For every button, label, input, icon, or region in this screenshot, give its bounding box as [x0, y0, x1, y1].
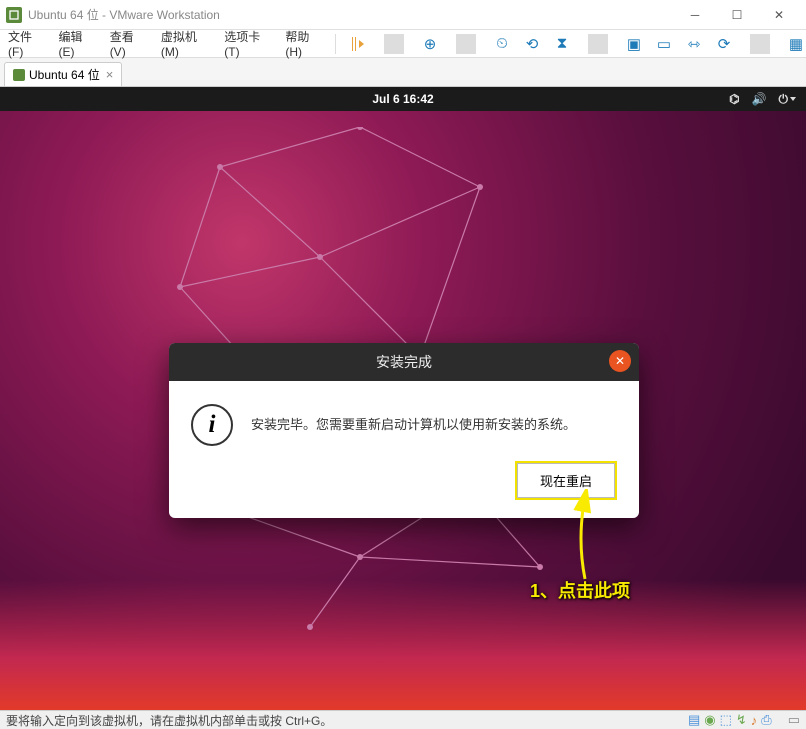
ubuntu-top-bar: Jul 6 16:42 ⌬ 🔊 ⏻ — [0, 87, 806, 111]
separator — [456, 34, 476, 54]
separator — [384, 34, 404, 54]
info-icon: i — [191, 404, 233, 446]
separator — [750, 34, 770, 54]
tab-close-icon[interactable]: × — [106, 67, 114, 82]
pause-play-button[interactable] — [348, 37, 368, 51]
app-icon — [6, 7, 22, 23]
menu-help[interactable]: 帮助(H) — [277, 28, 329, 59]
menu-vm[interactable]: 虚拟机(M) — [153, 28, 216, 59]
dialog-title: 安装完成 — [376, 352, 432, 372]
window-title: Ubuntu 64 位 - VMware Workstation — [28, 6, 220, 23]
dialog-title-bar: 安装完成 ✕ — [169, 343, 639, 381]
volume-icon[interactable]: 🔊 — [752, 92, 767, 106]
clock-back-icon[interactable]: ⟲ — [522, 35, 542, 53]
usb-icon[interactable]: ↯ — [736, 712, 747, 728]
menu-group: 文件(F) 编辑(E) 查看(V) 虚拟机(M) 选项卡(T) 帮助(H) — [0, 28, 329, 59]
snapshot-icon[interactable]: ⊕ — [420, 35, 440, 53]
cd-icon[interactable]: ◉ — [704, 712, 715, 728]
printer-icon[interactable]: ⎙ — [761, 712, 771, 728]
cycle-icon[interactable]: ⟳ — [714, 35, 734, 53]
menu-bar: 文件(F) 编辑(E) 查看(V) 虚拟机(M) 选项卡(T) 帮助(H) ⊕ … — [0, 30, 806, 58]
menu-edit[interactable]: 编辑(E) — [51, 28, 102, 59]
clock-manage-icon[interactable]: ⧗ — [552, 35, 572, 52]
vm-display[interactable]: Jul 6 16:42 ⌬ 🔊 ⏻ 安装完成 ✕ i 安装完毕。您需要重新启动计… — [0, 86, 806, 710]
window-title-bar: Ubuntu 64 位 - VMware Workstation ─ ☐ ✕ — [0, 0, 806, 30]
vm-tab-icon — [13, 69, 25, 81]
install-complete-dialog: 安装完成 ✕ i 安装完毕。您需要重新启动计算机以使用新安装的系统。 现在重启 — [169, 343, 639, 518]
dialog-close-button[interactable]: ✕ — [609, 350, 631, 372]
fullscreen-icon[interactable]: ▣ — [624, 35, 644, 53]
menu-tabs[interactable]: 选项卡(T) — [216, 28, 277, 59]
window-controls: ─ ☐ ✕ — [674, 1, 800, 29]
stretch-icon[interactable]: ⇿ — [684, 35, 704, 53]
hdd-icon[interactable]: ▤ — [688, 712, 700, 728]
power-icon[interactable]: ⏻ — [779, 92, 797, 107]
menu-view[interactable]: 查看(V) — [102, 28, 153, 59]
ubuntu-clock[interactable]: Jul 6 16:42 — [372, 92, 433, 106]
toolbar: ⊕ ⏲ ⟲ ⧗ ▣ ▭ ⇿ ⟳ ▦ — [342, 34, 806, 54]
minimize-button[interactable]: ─ — [674, 1, 716, 29]
close-button[interactable]: ✕ — [758, 1, 800, 29]
restart-now-button[interactable]: 现在重启 — [517, 463, 615, 498]
ubuntu-indicators[interactable]: ⌬ 🔊 ⏻ — [729, 87, 796, 111]
separator — [588, 34, 608, 54]
messages-icon[interactable]: ▭ — [788, 712, 800, 728]
vm-tab-label: Ubuntu 64 位 — [29, 66, 100, 83]
network-icon[interactable]: ⌬ — [729, 92, 739, 106]
separator — [335, 34, 336, 54]
status-hint: 要将输入定向到该虚拟机，请在虚拟机内部单击或按 Ctrl+G。 — [6, 712, 332, 729]
network-adapter-icon[interactable]: ⬚ — [720, 712, 732, 728]
dialog-body: i 安装完毕。您需要重新启动计算机以使用新安装的系统。 — [169, 381, 639, 463]
maximize-button[interactable]: ☐ — [716, 1, 758, 29]
library-icon[interactable]: ▦ — [786, 35, 806, 53]
device-tray: ▤ ◉ ⬚ ↯ ♪ ⎙ ▭ — [688, 712, 800, 728]
clock-icon[interactable]: ⏲ — [492, 35, 512, 52]
menu-file[interactable]: 文件(F) — [0, 28, 51, 59]
unity-icon[interactable]: ▭ — [654, 35, 674, 53]
dialog-actions: 现在重启 — [169, 463, 639, 518]
vm-tab[interactable]: Ubuntu 64 位 × — [4, 62, 122, 86]
status-bar: 要将输入定向到该虚拟机，请在虚拟机内部单击或按 Ctrl+G。 ▤ ◉ ⬚ ↯ … — [0, 710, 806, 729]
tab-strip: Ubuntu 64 位 × — [0, 58, 806, 86]
sound-icon[interactable]: ♪ — [751, 713, 758, 728]
dialog-message: 安装完毕。您需要重新启动计算机以使用新安装的系统。 — [251, 415, 576, 435]
